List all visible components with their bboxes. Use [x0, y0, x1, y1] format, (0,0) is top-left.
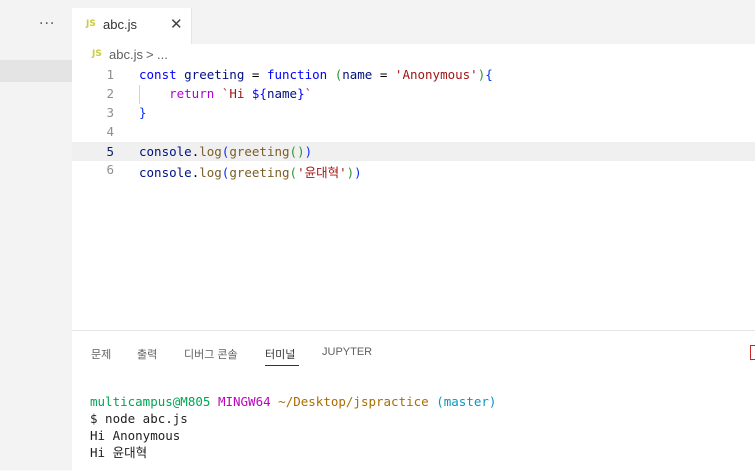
code-text: const greeting = function (name = 'Anony… [139, 67, 493, 82]
tab-terminal[interactable]: 터미널 [265, 346, 295, 362]
editor-tab-bar: ··· JS abc.js ✕ [0, 8, 755, 44]
javascript-file-icon: JS [92, 49, 102, 59]
active-tab-indicator [265, 365, 299, 366]
close-icon[interactable]: ✕ [170, 15, 183, 33]
terminal-prompt-path: ~/Desktop/jspractice [278, 394, 429, 409]
code-token: const [139, 67, 185, 82]
code-token: greeting [229, 144, 290, 159]
code-token: log [199, 165, 222, 180]
code-token: log [199, 144, 222, 159]
tab-problems[interactable]: 문제 [91, 346, 111, 362]
code-token: ) [354, 165, 362, 180]
code-token: name [342, 67, 373, 82]
terminal-command: $ node abc.js [90, 411, 188, 426]
line-number: 3 [106, 105, 114, 120]
code-text: console.log(greeting('윤대혁')) [139, 162, 362, 181]
terminal-output-line: Hi Anonymous [90, 428, 181, 443]
tab-abc-js[interactable]: JS abc.js ✕ [72, 8, 192, 44]
code-token: return [139, 86, 222, 101]
explorer-sidebar [0, 44, 72, 470]
panel-control-icon[interactable] [750, 345, 755, 360]
code-token: greeting [184, 67, 245, 82]
terminal-prompt-system: MINGW64 [217, 394, 271, 409]
code-token: } [297, 86, 305, 101]
tab-title: abc.js [103, 17, 137, 32]
code-line[interactable]: 2 return `Hi ${name}` [72, 85, 755, 104]
tab-output[interactable]: 출력 [137, 346, 157, 362]
window-top-strip [0, 0, 755, 8]
code-token: ) [304, 144, 313, 159]
line-number: 6 [106, 162, 114, 177]
terminal-output-line: Hi 윤대혁 [90, 445, 148, 460]
code-token: ${ [251, 86, 267, 101]
tab-debug-console[interactable]: 디버그 콘솔 [184, 346, 238, 362]
breadcrumb-more[interactable]: ... [157, 47, 168, 62]
code-text: console.log(greeting()) [139, 144, 312, 159]
code-line[interactable]: 6 console.log(greeting('윤대혁')) [72, 161, 755, 180]
javascript-file-icon: JS [86, 19, 96, 29]
code-text: return `Hi ${name}` [139, 86, 312, 101]
code-token: greeting [229, 165, 290, 180]
code-token: ( [289, 165, 298, 180]
code-line[interactable]: 1 const greeting = function (name = 'Anon… [72, 66, 755, 85]
line-number: 4 [106, 124, 114, 139]
terminal-output[interactable]: multicampus@M805 MINGW64 ~/Desktop/jspra… [90, 393, 496, 461]
code-token: = [372, 67, 395, 82]
code-token: '윤대혁' [297, 165, 347, 180]
breadcrumb-file[interactable]: abc.js [109, 47, 143, 62]
code-token: name [266, 86, 298, 101]
terminal-prompt-branch: (master) [436, 394, 497, 409]
code-line[interactable]: 4 [72, 123, 755, 142]
code-editor[interactable]: 1 const greeting = function (name = 'Anon… [72, 66, 755, 330]
sidebar-selected-row[interactable] [0, 60, 72, 82]
line-number: 1 [106, 67, 114, 82]
code-token: 'Anonymous' [394, 67, 478, 82]
more-actions-button[interactable]: ··· [39, 16, 55, 32]
line-number: 5 [106, 144, 114, 159]
code-line[interactable]: 5 console.log(greeting()) [72, 142, 755, 161]
code-line[interactable]: 3} [72, 104, 755, 123]
terminal-prompt-user: multicampus@M805 [90, 394, 211, 409]
code-token: function [266, 67, 328, 82]
code-token: ` [304, 86, 313, 101]
code-token: } [139, 105, 147, 120]
breadcrumb: JS abc.js > ... [72, 44, 755, 66]
breadcrumb-separator: > [146, 47, 154, 62]
code-token: = [244, 67, 267, 82]
code-token: console [139, 165, 192, 180]
bottom-panel: 문제 출력 디버그 콘솔 터미널 JUPYTER multicampus@M80… [72, 330, 755, 471]
code-text: } [139, 105, 147, 120]
code-token: console [139, 144, 192, 159]
code-token: () [289, 144, 305, 159]
tab-jupyter[interactable]: JUPYTER [322, 346, 372, 358]
code-token: `Hi [221, 86, 252, 101]
line-number: 2 [106, 86, 114, 101]
code-token: { [485, 67, 493, 82]
